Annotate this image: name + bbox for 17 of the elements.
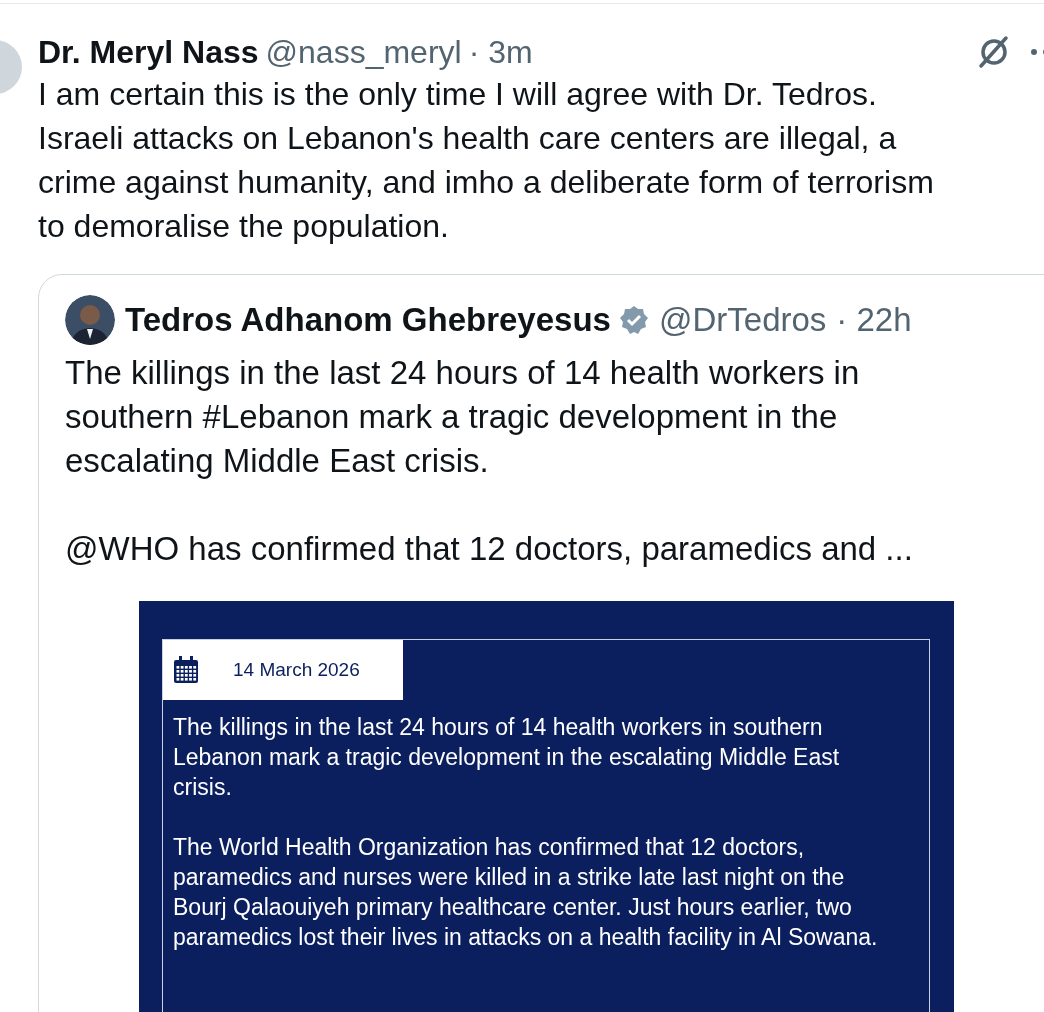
- post-text: I am certain this is the only time I will agree with Dr. Tedros. Israeli attacks on Lebanon's health care centers are illegal, a crime against humanity, and imho a deliberate form of terrorism to demoralise the population.: [38, 75, 935, 246]
- author-name[interactable]: Tedros Adhanom Ghebreyesus: [125, 301, 611, 339]
- author-name[interactable]: Dr. Meryl Nass: [38, 33, 259, 71]
- quoted-post-card[interactable]: [38, 274, 1044, 1012]
- calendar-icon: [173, 656, 199, 684]
- statement-image[interactable]: [139, 601, 954, 1012]
- statement-text: The World Health Organization has confirmed that 12 doctors, paramedics and nurses were killed in a strike late last night on the Bourj Qalaouiyeh primary healthcare center. Just hours earlier, two paramedics lost their lives in attacks on a health facility in Al Sowana.: [173, 833, 879, 952]
- date-text: 14 March 2026: [233, 659, 360, 681]
- quoted-text: @WHO has confirmed that 12 doctors, paramedics and ...: [65, 529, 914, 569]
- quoted-text: The killings in the last 24 hours of 14 health workers in southern #Lebanon mark a tragic development in the escalating Middle East crisis.: [65, 353, 861, 481]
- statement-text: The killings in the last 24 hours of 14 health workers in southern Lebanon mark a tragic development in the escalating Middle East crisis.: [173, 713, 841, 802]
- more-icon[interactable]: [1030, 48, 1044, 56]
- post-time[interactable]: · 3m: [468, 33, 533, 71]
- author-handle[interactable]: @DrTedros: [658, 301, 827, 339]
- avatar-icon[interactable]: [65, 295, 115, 345]
- author-handle[interactable]: @nass_meryl: [265, 33, 462, 71]
- post-time[interactable]: · 22h: [836, 301, 912, 339]
